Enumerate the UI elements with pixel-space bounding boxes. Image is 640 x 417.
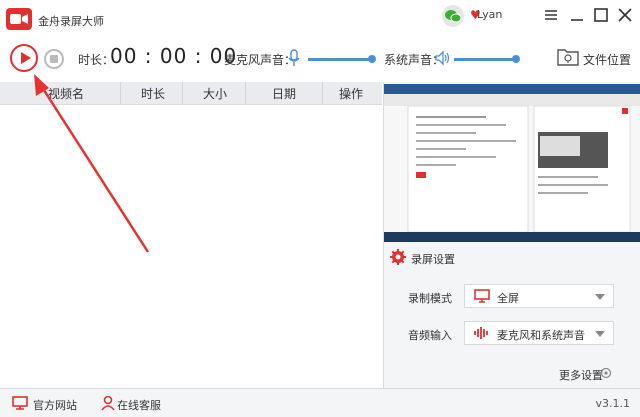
chevron-down-icon	[595, 331, 605, 337]
audio-input-label: 音频输入	[408, 329, 452, 342]
audio-wave-icon	[474, 327, 488, 342]
settings-circle-icon[interactable]	[600, 367, 612, 382]
record-mode-value: 全屏	[497, 292, 519, 305]
chevron-down-icon	[595, 294, 605, 300]
record-mode-select[interactable]: 全屏	[464, 284, 614, 308]
audio-input-value: 麦克风和系统声音	[497, 329, 585, 342]
screen-preview	[384, 84, 640, 242]
footer-bar: 官方网站 在线客服 v3.1.1	[0, 388, 640, 417]
version-label: v3.1.1	[595, 397, 631, 410]
audio-input-select[interactable]: 麦克风和系统声音	[464, 321, 614, 345]
more-settings-link[interactable]: 更多设置	[559, 367, 603, 383]
gear-icon	[390, 249, 406, 268]
record-mode-label: 录制模式	[408, 292, 452, 305]
monitor-icon	[474, 289, 490, 306]
website-monitor-icon	[12, 395, 28, 414]
record-settings-title: 录屏设置	[411, 253, 455, 266]
support-person-icon	[101, 395, 115, 414]
online-support-link[interactable]: 在线客服	[117, 397, 161, 413]
official-website-link[interactable]: 官方网站	[33, 397, 77, 413]
